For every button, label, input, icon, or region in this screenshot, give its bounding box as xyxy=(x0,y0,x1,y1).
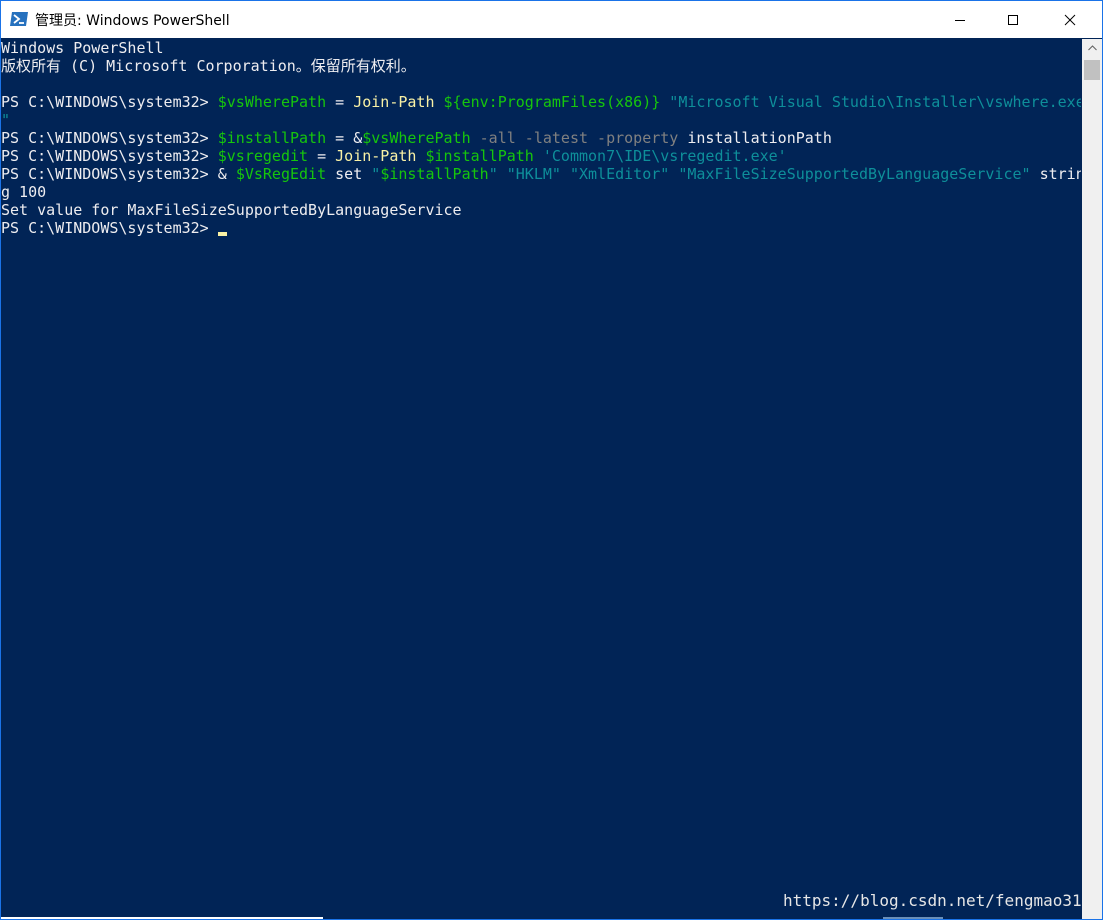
command-line-3: PS C:\WINDOWS\system32> $vsregedit = Joi… xyxy=(1,147,1081,165)
argument: ${env:ProgramFiles(x86)} xyxy=(434,93,661,111)
watermark: https://blog.csdn.net/fengmao31 xyxy=(783,891,1082,910)
argument: g 100 xyxy=(1,183,47,201)
prompt: PS C:\WINDOWS\system32> xyxy=(1,129,218,147)
variable: $vsregedit xyxy=(217,147,309,165)
operator: & xyxy=(217,165,236,183)
command-line-1: PS C:\WINDOWS\system32> $vsWherePath = J… xyxy=(1,93,1081,111)
argument: set xyxy=(326,165,372,183)
string-literal: " xyxy=(371,165,381,183)
cmdlet: Join-Path xyxy=(335,147,417,165)
maximize-button[interactable] xyxy=(990,1,1036,38)
string-literal: "HKLM" xyxy=(497,165,561,183)
chevron-up-icon xyxy=(1087,45,1097,51)
command-line-4: PS C:\WINDOWS\system32> & $VsRegEdit set… xyxy=(1,165,1081,183)
operator: = xyxy=(308,147,336,165)
current-prompt-line[interactable]: PS C:\WINDOWS\system32> xyxy=(1,219,1081,237)
command-line-1-wrap: " xyxy=(1,111,1081,129)
maximize-icon xyxy=(1008,14,1018,25)
prompt: PS C:\WINDOWS\system32> xyxy=(1,219,218,237)
powershell-icon xyxy=(10,11,28,27)
string-literal: 'Common7\IDE\vsregedit.exe' xyxy=(533,147,787,165)
variable: $installPath xyxy=(416,147,534,165)
minimize-icon xyxy=(955,19,965,21)
variable: $installPath xyxy=(380,165,489,183)
string-literal: "XmlEditor" xyxy=(560,165,670,183)
variable: $vsWherePath xyxy=(217,93,327,111)
prompt: PS C:\WINDOWS\system32> xyxy=(1,147,218,165)
operator: = xyxy=(326,93,354,111)
string-literal: "Microsoft Visual Studio\Installer\vswhe… xyxy=(660,93,1081,111)
window-title: 管理员: Windows PowerShell xyxy=(35,13,230,29)
title-bar[interactable]: 管理员: Windows PowerShell xyxy=(1,1,1102,38)
header-line: Windows PowerShell xyxy=(1,39,164,57)
prompt: PS C:\WINDOWS\system32> xyxy=(1,93,218,111)
copyright-line: 版权所有 (C) Microsoft Corporation。保留所有权利。 xyxy=(1,57,416,75)
scroll-up-button[interactable] xyxy=(1082,39,1102,57)
cmdlet: Join-Path xyxy=(353,93,435,111)
prompt: PS C:\WINDOWS\system32> xyxy=(1,165,218,183)
argument: installationPath xyxy=(678,129,832,147)
console-output[interactable]: Windows PowerShell 版权所有 (C) Microsoft Co… xyxy=(1,39,1081,919)
command-line-4-wrap: g 100 xyxy=(1,183,1081,201)
argument: strin xyxy=(1030,165,1081,183)
close-icon xyxy=(1064,14,1076,25)
text-cursor xyxy=(217,232,227,236)
variable: $vsWherePath xyxy=(362,129,471,147)
scroll-thumb[interactable] xyxy=(1084,60,1100,80)
output-line: Set value for MaxFileSizeSupportedByLang… xyxy=(1,201,462,219)
variable: $VsRegEdit xyxy=(235,165,327,183)
command-line-2: PS C:\WINDOWS\system32> $installPath = &… xyxy=(1,129,1081,147)
close-button[interactable] xyxy=(1047,1,1093,38)
string-literal: " xyxy=(1,111,11,129)
powershell-window: 管理员: Windows PowerShell Windows PowerShe… xyxy=(0,0,1103,920)
string-literal: " xyxy=(488,165,498,183)
minimize-button[interactable] xyxy=(937,1,983,38)
operator: = & xyxy=(326,129,363,147)
variable: $installPath xyxy=(217,129,327,147)
vertical-scrollbar[interactable] xyxy=(1082,39,1102,919)
string-literal: "MaxFileSizeSupportedByLanguageService" xyxy=(669,165,1031,183)
parameters: -all -latest -property xyxy=(470,129,679,147)
